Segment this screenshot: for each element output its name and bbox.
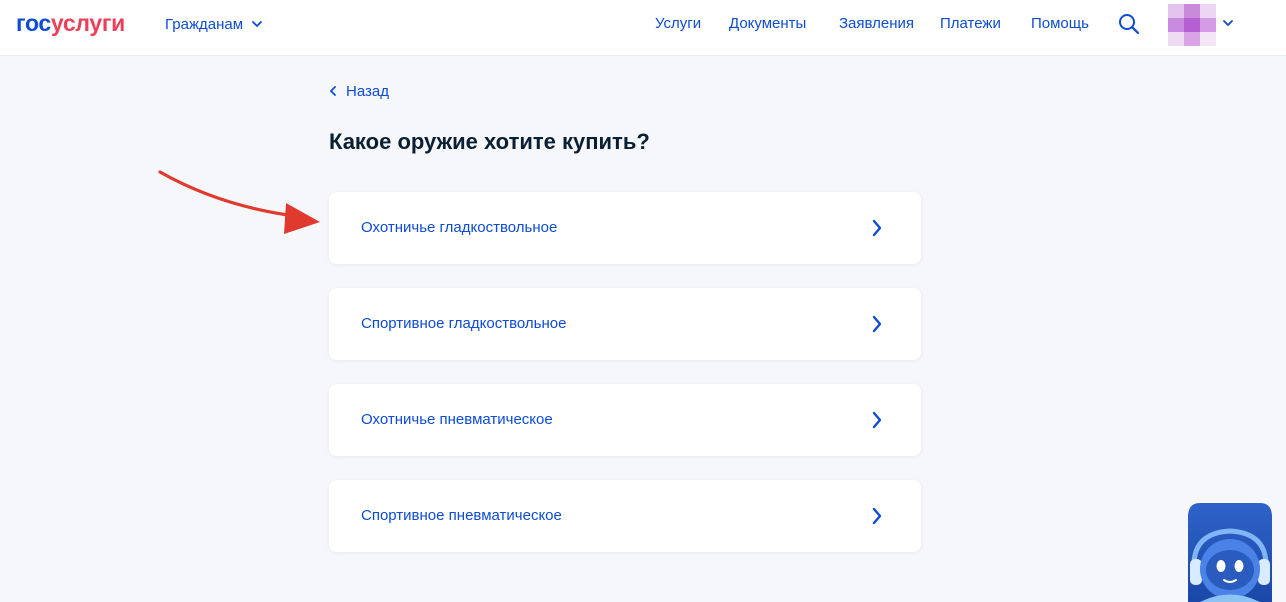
chevron-right-icon <box>872 411 882 429</box>
nav-documents[interactable]: Документы <box>729 14 806 34</box>
search-icon[interactable] <box>1117 12 1141 36</box>
nav-services[interactable]: Услуги <box>655 14 701 34</box>
chevron-down-icon <box>252 21 262 27</box>
nav-payments[interactable]: Платежи <box>940 14 1001 34</box>
top-header: госуслуги Гражданам Услуги Документы Зая… <box>0 0 1286 56</box>
option-sport-pneumatic[interactable]: Спортивное пневматическое <box>329 480 921 552</box>
chevron-right-icon <box>872 219 882 237</box>
chevron-left-icon <box>330 86 336 96</box>
option-label: Охотничье пневматическое <box>361 411 553 428</box>
chevron-right-icon <box>872 315 882 333</box>
back-link[interactable]: Назад <box>329 81 389 101</box>
option-hunting-smoothbore[interactable]: Охотничье гладкоствольное <box>329 192 921 264</box>
logo-part-gos: гос <box>16 10 51 36</box>
gosuslugi-logo[interactable]: госуслуги <box>16 9 125 37</box>
chevron-right-icon <box>872 507 882 525</box>
annotation-arrow-icon <box>158 170 320 234</box>
user-avatar[interactable] <box>1168 4 1216 46</box>
option-label: Спортивное пневматическое <box>361 507 562 524</box>
back-label: Назад <box>346 82 389 100</box>
weapon-options-list: Охотничье гладкоствольное Спортивное гла… <box>329 192 921 576</box>
robot-assistant-icon[interactable] <box>1186 503 1274 602</box>
option-sport-smoothbore[interactable]: Спортивное гладкоствольное <box>329 288 921 360</box>
citizens-menu-label: Гражданам <box>165 15 244 33</box>
citizens-menu[interactable]: Гражданам <box>165 14 263 34</box>
option-label: Охотничье гладкоствольное <box>361 219 558 236</box>
nav-applications[interactable]: Заявления <box>839 14 914 34</box>
page-title: Какое оружие хотите купить? <box>329 129 650 154</box>
logo-part-uslugi: услуги <box>50 10 125 36</box>
option-hunting-pneumatic[interactable]: Охотничье пневматическое <box>329 384 921 456</box>
option-label: Спортивное гладкоствольное <box>361 315 567 332</box>
nav-help[interactable]: Помощь <box>1031 14 1089 34</box>
chevron-down-icon[interactable] <box>1221 16 1235 30</box>
